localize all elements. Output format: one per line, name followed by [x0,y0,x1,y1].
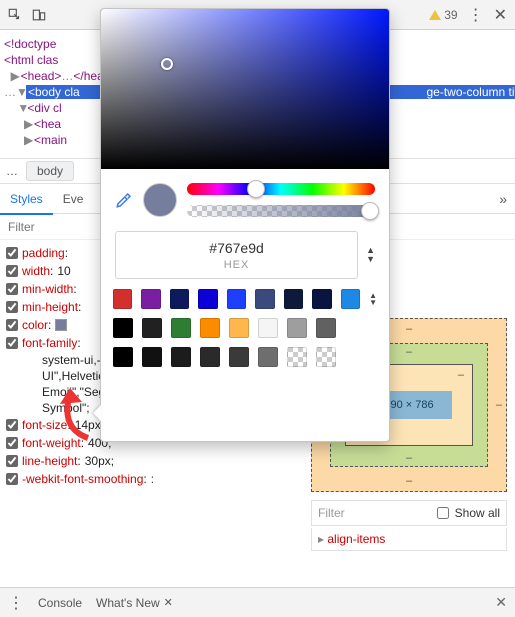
more-tabs-icon[interactable]: » [499,191,515,207]
breadcrumb-current[interactable]: body [26,161,74,181]
palette-row-1: ▲▼ [113,289,377,309]
palette-swatch[interactable] [113,347,133,367]
palette-swatch[interactable] [227,289,246,309]
format-label: HEX [224,259,250,271]
show-all-checkbox[interactable] [437,507,449,519]
tab-event-listeners[interactable]: Eve [53,184,94,214]
warning-icon [429,10,441,20]
color-picker-popover: #767e9d HEX ▲▼ ▲▼ [100,8,390,442]
palette-swatch[interactable] [171,347,191,367]
palette-row-3 [113,347,377,367]
hue-slider[interactable] [187,183,375,195]
toggle-font-family[interactable] [6,337,18,349]
palette-swatch[interactable] [198,289,217,309]
toggle-width[interactable] [6,265,18,277]
format-switcher[interactable]: ▲▼ [366,247,375,263]
palette-swatch[interactable] [229,318,249,338]
toggle-smoothing[interactable] [6,473,18,485]
palette-swatch[interactable] [113,289,132,309]
palette-switcher[interactable]: ▲▼ [369,293,377,306]
inspect-icon[interactable] [8,8,22,22]
drawer-menu-icon[interactable]: ⋮ [8,593,24,613]
palette-swatch-transparent[interactable] [316,347,336,367]
breadcrumb-ellipsis[interactable]: … [6,164,18,178]
computed-list[interactable]: ▸ align-items [311,528,507,551]
show-all-label: Show all [455,506,500,520]
palette-swatch[interactable] [258,318,278,338]
warning-number: 39 [444,8,457,22]
saturation-value-field[interactable] [101,9,389,169]
palette-swatch[interactable] [141,289,160,309]
drawer-tab-whatsnew[interactable]: What's New ✕ [96,596,173,610]
palette-swatch[interactable] [284,289,303,309]
more-icon[interactable]: ⋮ [468,5,484,25]
computed-filter: Filter Show all [311,500,507,526]
palette-row-2 [113,318,377,338]
palette-swatch[interactable] [200,347,220,367]
palette-swatch[interactable] [200,318,220,338]
popover-pointer [93,405,101,421]
drawer: ⋮ Console What's New ✕ ✕ [0,587,515,617]
palette-swatch[interactable] [142,318,162,338]
palette-swatch[interactable] [171,318,191,338]
computed-filter-label: Filter [318,506,431,520]
toggle-font-size[interactable] [6,419,18,431]
palette-swatch[interactable] [142,347,162,367]
palette-swatch[interactable] [341,289,360,309]
palette-swatch[interactable] [255,289,274,309]
palette-swatch-transparent[interactable] [287,347,307,367]
palette-swatch[interactable] [170,289,189,309]
drawer-tab-console[interactable]: Console [38,596,82,610]
tab-styles[interactable]: Styles [0,184,53,214]
device-toggle-icon[interactable] [32,8,46,22]
toggle-color[interactable] [6,319,18,331]
palette-swatch[interactable] [229,347,249,367]
palette-swatch[interactable] [287,318,307,338]
hex-input[interactable]: #767e9d HEX [115,231,358,279]
color-swatch[interactable] [55,319,67,331]
drawer-close-icon[interactable]: ✕ [495,594,507,611]
toggle-padding[interactable] [6,247,18,259]
toggle-min-height[interactable] [6,301,18,313]
toggle-min-width[interactable] [6,283,18,295]
alpha-slider[interactable] [187,205,375,217]
hex-value: #767e9d [209,240,264,256]
color-palette: ▲▼ [101,279,389,384]
palette-swatch[interactable] [258,347,278,367]
eyedropper-icon[interactable] [115,191,133,209]
toggle-font-weight[interactable] [6,437,18,449]
palette-swatch[interactable] [113,318,133,338]
warning-count[interactable]: 39 [429,8,457,22]
palette-swatch[interactable] [312,289,331,309]
toggle-line-height[interactable] [6,455,18,467]
palette-swatch[interactable] [316,318,336,338]
close-icon[interactable]: ✕ [494,5,507,25]
current-color-swatch [143,183,177,217]
sv-cursor[interactable] [161,58,173,70]
